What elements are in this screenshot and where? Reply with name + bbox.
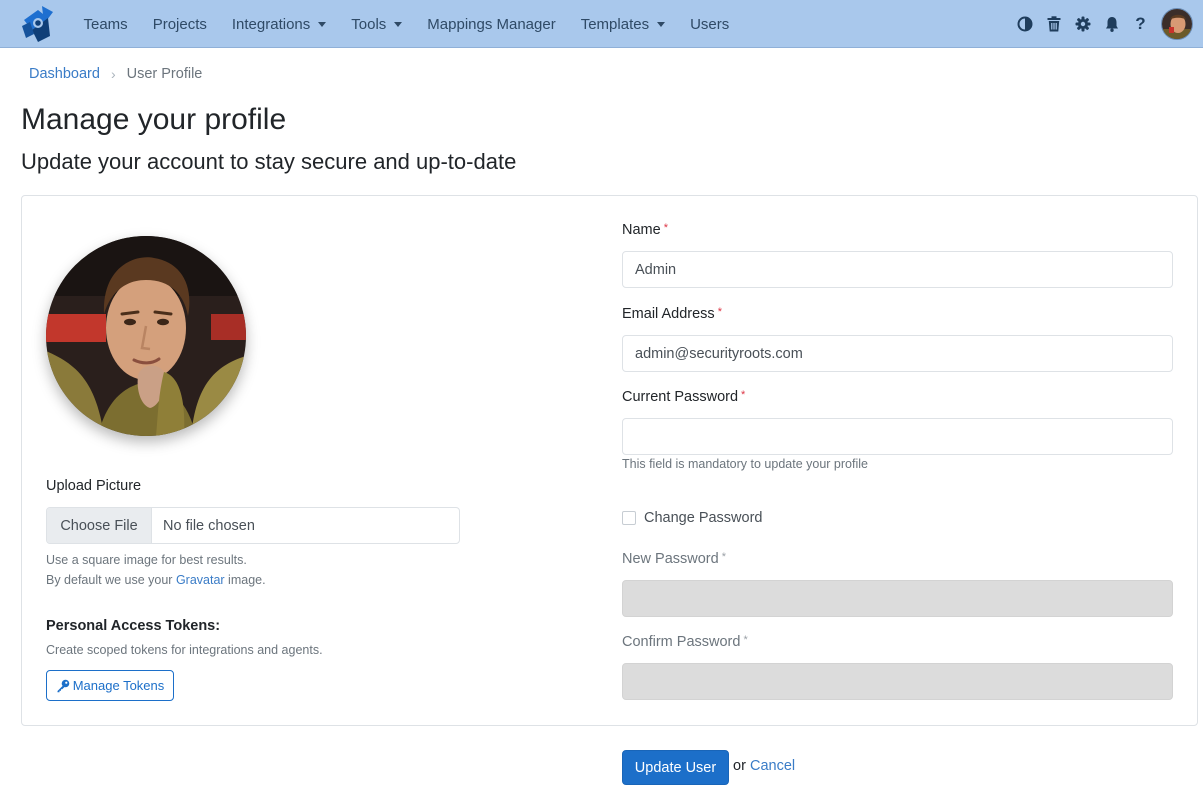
- cancel-link[interactable]: Cancel: [750, 758, 795, 774]
- current-password-help: This field is mandatory to update your p…: [622, 457, 868, 471]
- rocket-logo-icon[interactable]: [20, 4, 56, 44]
- email-label-text: Email Address: [622, 306, 715, 322]
- nav-item-label: Integrations: [231, 15, 311, 33]
- or-text: or: [733, 758, 746, 774]
- update-user-button[interactable]: Update User: [622, 750, 729, 785]
- page-title: Manage your profile: [21, 103, 287, 136]
- contrast-icon[interactable]: [1010, 0, 1039, 48]
- name-label: Name *: [622, 222, 668, 238]
- file-upload-input[interactable]: Choose File No file chosen: [46, 507, 460, 544]
- confirm-password-label-text: Confirm Password: [622, 634, 741, 650]
- nav-item-teams[interactable]: Teams: [71, 0, 140, 48]
- change-password-checkbox[interactable]: [622, 511, 636, 525]
- upload-picture-label: Upload Picture: [46, 478, 142, 494]
- gear-icon[interactable]: [1068, 0, 1097, 48]
- nav-right-tools: ?: [1010, 0, 1193, 48]
- confirm-password-input[interactable]: [622, 663, 1173, 700]
- current-password-label-text: Current Password: [622, 389, 739, 405]
- email-label: Email Address *: [622, 306, 722, 322]
- name-label-text: Name: [622, 222, 661, 238]
- current-password-label: Current Password *: [622, 389, 745, 405]
- nav-item-label: Projects: [152, 15, 207, 33]
- gravatar-help-text: By default we use your Gravatar image.: [46, 573, 266, 587]
- tokens-heading: Personal Access Tokens:: [46, 618, 221, 634]
- avatar[interactable]: [1161, 8, 1193, 40]
- profile-picture: [46, 236, 246, 436]
- required-mark: *: [663, 222, 668, 234]
- bell-icon[interactable]: [1097, 0, 1126, 48]
- help-icon[interactable]: ?: [1126, 0, 1155, 48]
- nav-item-label: Mappings Manager: [427, 15, 556, 33]
- change-password-row: Change Password: [622, 510, 763, 526]
- tokens-help-text: Create scoped tokens for integrations an…: [46, 643, 323, 657]
- confirm-password-label: Confirm Password *: [622, 634, 748, 650]
- caret-down-icon: [394, 21, 403, 27]
- nav-item-users[interactable]: Users: [678, 0, 742, 48]
- current-password-input[interactable]: [622, 418, 1173, 455]
- nav-item-projects[interactable]: Projects: [140, 0, 219, 48]
- gravatar-help-suffix: image.: [224, 573, 266, 587]
- required-mark: *: [717, 306, 722, 318]
- required-mark: *: [741, 389, 746, 401]
- nav-item-label: Users: [690, 15, 730, 33]
- key-icon: [57, 679, 70, 692]
- nav-item-tools[interactable]: Tools: [339, 0, 415, 48]
- nav-item-label: Templates: [580, 15, 650, 33]
- breadcrumb-current: User Profile: [126, 66, 203, 82]
- trash-icon[interactable]: [1039, 0, 1068, 48]
- caret-down-icon: [657, 21, 666, 27]
- new-password-label: New Password *: [622, 551, 726, 567]
- gravatar-link[interactable]: Gravatar: [176, 573, 225, 587]
- name-input[interactable]: [622, 251, 1173, 288]
- gravatar-help-prefix: By default we use your: [46, 573, 176, 587]
- new-password-input[interactable]: [622, 580, 1173, 617]
- choose-file-button[interactable]: Choose File: [47, 508, 152, 543]
- change-password-label[interactable]: Change Password: [644, 510, 763, 526]
- new-password-label-text: New Password: [622, 551, 719, 567]
- nav-item-templates[interactable]: Templates: [568, 0, 677, 48]
- nav-menu: Teams Projects Integrations Tools Mappin…: [71, 0, 742, 48]
- manage-tokens-button[interactable]: Manage Tokens: [46, 670, 174, 701]
- breadcrumb-separator: ›: [110, 66, 116, 82]
- required-mark: *: [743, 634, 748, 646]
- nav-item-label: Teams: [83, 15, 128, 33]
- nav-item-mappings-manager[interactable]: Mappings Manager: [415, 0, 568, 48]
- breadcrumb-dashboard-link[interactable]: Dashboard: [29, 66, 100, 82]
- page-subtitle: Update your account to stay secure and u…: [21, 149, 517, 174]
- required-mark: *: [721, 551, 726, 563]
- caret-down-icon: [318, 21, 327, 27]
- nav-item-integrations[interactable]: Integrations: [219, 0, 338, 48]
- nav-item-label: Tools: [351, 15, 387, 33]
- file-status-text: No file chosen: [163, 517, 255, 534]
- breadcrumb: Dashboard › User Profile: [29, 66, 202, 82]
- manage-tokens-label: Manage Tokens: [72, 678, 165, 693]
- email-input[interactable]: [622, 335, 1173, 372]
- upload-help-text: Use a square image for best results.: [46, 553, 247, 567]
- top-navbar: Teams Projects Integrations Tools Mappin…: [0, 0, 1203, 48]
